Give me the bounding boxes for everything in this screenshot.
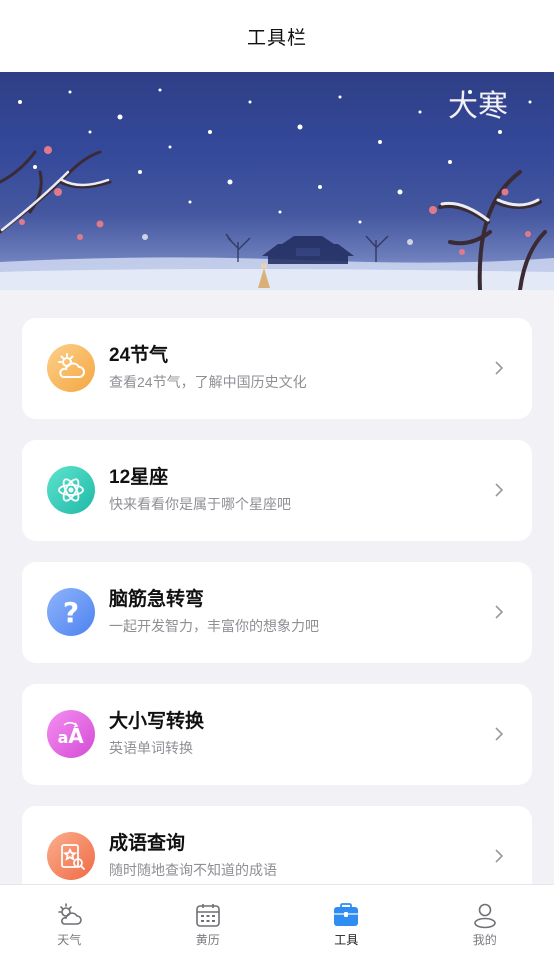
- tool-card-case-convert[interactable]: aA 大小写转换 英语单词转换: [22, 684, 532, 785]
- weather-cloud-icon: [47, 344, 95, 392]
- banner-solar-term-text: 大寒: [448, 89, 508, 124]
- tab-weather[interactable]: 天气: [0, 885, 139, 957]
- calendar-icon: [195, 904, 220, 927]
- tool-subtitle: 查看24节气，了解中国历史文化: [109, 374, 307, 390]
- question-icon: ?: [47, 588, 95, 636]
- tool-card-zodiac[interactable]: 12星座 快来看看你是属于哪个星座吧: [22, 440, 532, 541]
- tab-label: 黄历: [195, 933, 220, 947]
- toolbox-icon: [334, 903, 359, 926]
- tab-mine[interactable]: 我的: [416, 885, 554, 957]
- tool-title: 12星座: [109, 467, 169, 488]
- tab-label: 天气: [57, 933, 82, 947]
- tab-label: 我的: [472, 933, 497, 947]
- tool-subtitle: 一起开发智力，丰富你的想象力吧: [109, 618, 319, 634]
- user-icon: [473, 903, 496, 929]
- top-bar: 工具栏: [0, 0, 554, 72]
- tool-card-solar-terms[interactable]: 24节气 查看24节气，了解中国历史文化: [22, 318, 532, 419]
- page-title: 工具栏: [246, 27, 307, 49]
- tool-title: 大小写转换: [109, 711, 205, 732]
- tool-title: 成语查询: [109, 833, 186, 854]
- chevron-right-icon: [495, 361, 504, 375]
- svg-text:?: ?: [63, 596, 79, 629]
- tool-subtitle: 快来看看你是属于哪个星座吧: [109, 496, 291, 512]
- atom-icon: [47, 466, 95, 514]
- svg-text:A: A: [68, 724, 84, 748]
- chevron-right-icon: [495, 483, 504, 497]
- bottom-tab-bar: 天气 黄历 工具 我的: [0, 884, 554, 957]
- tab-label: 工具: [334, 933, 359, 947]
- chevron-right-icon: [495, 605, 504, 619]
- tool-subtitle: 英语单词转换: [109, 740, 193, 756]
- tool-title: 24节气: [109, 345, 169, 366]
- tool-subtitle: 随时随地查询不知道的成语: [109, 862, 277, 878]
- weather-icon: [58, 903, 83, 925]
- tool-title: 脑筋急转弯: [109, 589, 205, 610]
- snow-night-illustration: 大寒: [0, 88, 554, 290]
- banner-image[interactable]: 大寒: [0, 72, 554, 290]
- tool-card-brain-teaser[interactable]: ? 脑筋急转弯 一起开发智力，丰富你的想象力吧: [22, 562, 532, 663]
- chevron-right-icon: [495, 849, 504, 863]
- tab-tools[interactable]: 工具: [277, 885, 416, 957]
- case-convert-icon: aA: [47, 710, 95, 758]
- tab-almanac[interactable]: 黄历: [139, 885, 278, 957]
- idiom-search-icon: [47, 832, 95, 880]
- svg-text:a: a: [58, 728, 69, 747]
- chevron-right-icon: [495, 727, 504, 741]
